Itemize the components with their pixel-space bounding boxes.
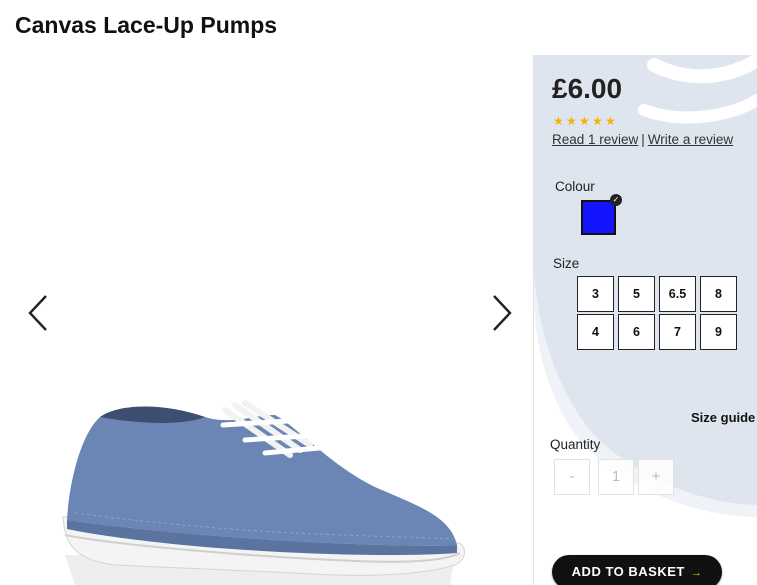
read-reviews-link[interactable]: Read 1 review <box>552 132 638 147</box>
check-icon: ✓ <box>610 194 622 206</box>
chevron-right-icon[interactable] <box>489 293 515 333</box>
size-option[interactable]: 3 <box>577 276 614 312</box>
size-option[interactable]: 6.5 <box>659 276 696 312</box>
star-icon: ★ <box>579 114 590 128</box>
star-icon: ★ <box>553 114 564 128</box>
size-guide-link[interactable]: Size guide <box>691 410 755 425</box>
star-icon: ★ <box>566 114 577 128</box>
product-price: £6.00 <box>552 73 623 104</box>
product-gallery <box>0 55 533 585</box>
size-option[interactable]: 7 <box>659 314 696 350</box>
review-separator: | <box>641 132 645 147</box>
rating-stars: ★ ★ ★ ★ ★ <box>553 112 618 128</box>
star-icon: ★ <box>592 114 603 128</box>
product-image <box>62 400 465 585</box>
size-label: Size <box>553 256 580 271</box>
quantity-input[interactable]: 1 <box>598 459 634 495</box>
colour-swatch-blue[interactable] <box>581 200 616 235</box>
arrow-right-icon: → <box>690 567 703 579</box>
chevron-left-icon[interactable] <box>25 293 51 333</box>
add-to-basket-label: ADD TO BASKET <box>571 564 685 579</box>
quantity-label: Quantity <box>550 437 601 452</box>
size-option[interactable]: 8 <box>700 276 737 312</box>
size-option[interactable]: 4 <box>577 314 614 350</box>
size-option[interactable]: 5 <box>618 276 655 312</box>
size-option[interactable]: 9 <box>700 314 737 350</box>
star-icon: ★ <box>605 114 616 128</box>
quantity-increase-button[interactable]: + <box>638 459 674 495</box>
review-links: Read 1 review | Write a review <box>552 132 733 147</box>
product-details-panel: £6.00 ★ ★ ★ ★ ★ Read 1 review | Write a review… <box>534 55 757 585</box>
add-to-basket-button[interactable]: ADD TO BASKET → <box>552 555 722 585</box>
write-review-link[interactable]: Write a review <box>648 132 733 147</box>
product-title: Canvas Lace-Up Pumps <box>15 12 278 38</box>
quantity-decrease-button[interactable]: - <box>554 459 590 495</box>
colour-label: Colour <box>555 179 595 194</box>
size-option[interactable]: 6 <box>618 314 655 350</box>
